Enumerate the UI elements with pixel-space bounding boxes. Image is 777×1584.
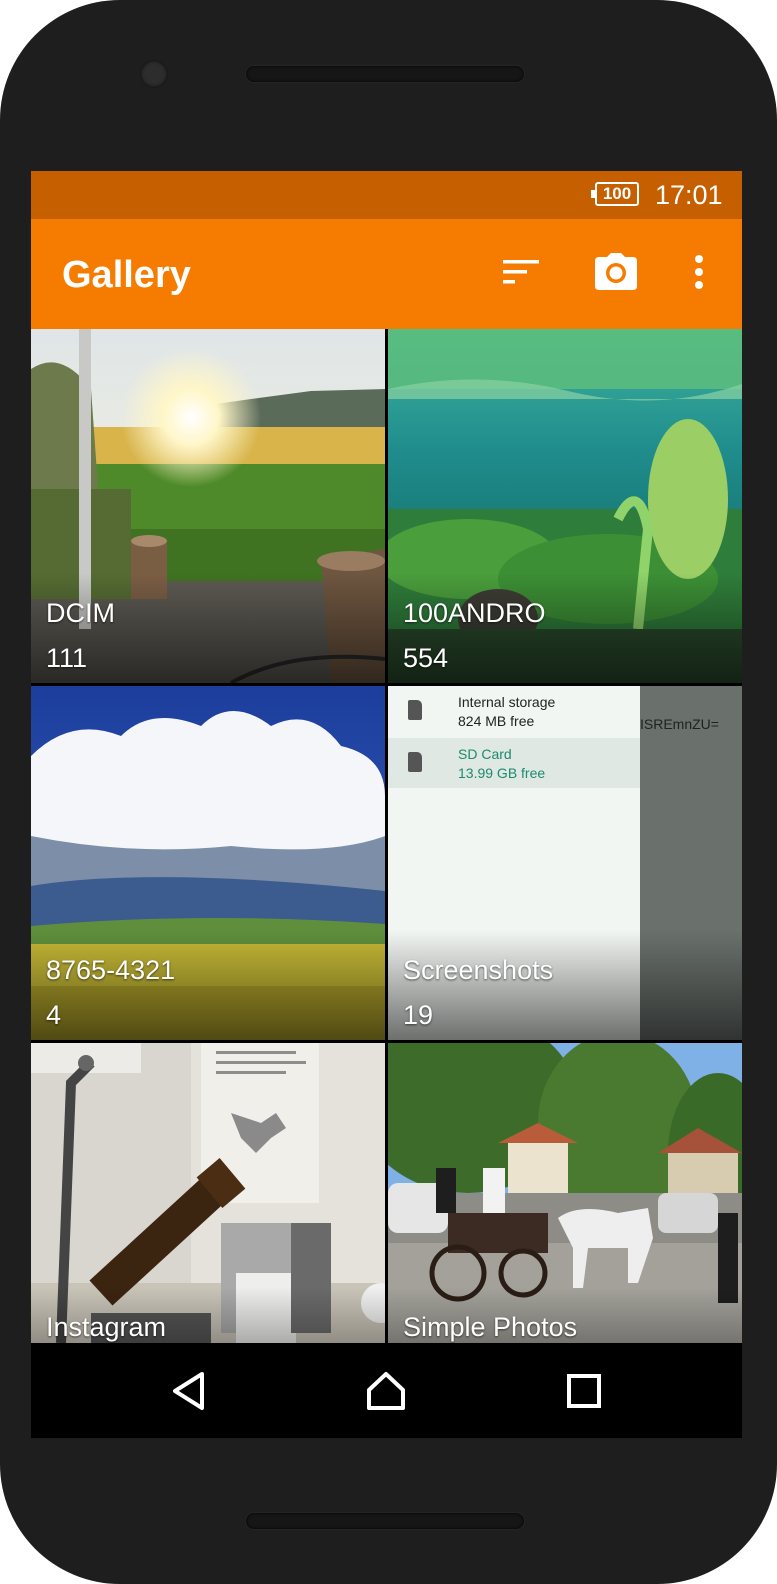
storage-title: Internal storage	[458, 694, 556, 710]
album-count: 4	[46, 1000, 62, 1030]
app-title: Gallery	[62, 254, 191, 296]
screen: 100 17:01 Gallery DCIM 111 100ANDRO 554 …	[31, 171, 742, 1438]
album-tile-dcim[interactable]: DCIM 111	[31, 329, 385, 683]
nav-back-button[interactable]	[161, 1363, 217, 1419]
sort-icon	[503, 260, 539, 284]
sd-card-icon	[408, 700, 422, 720]
album-count: 19	[403, 1000, 434, 1030]
nav-home-button[interactable]	[358, 1363, 414, 1419]
status-time: 17:01	[655, 180, 723, 210]
camera-icon	[595, 253, 637, 290]
storage-title: SD Card	[458, 746, 512, 762]
album-tile-screenshots[interactable]: Internal storage 824 MB free SD Card 13.…	[388, 686, 742, 1040]
sd-card-icon	[408, 752, 422, 772]
status-bar: 100 17:01	[31, 171, 742, 219]
home-icon	[367, 1372, 405, 1410]
more-options-button[interactable]	[671, 244, 727, 300]
album-count: 554	[403, 643, 449, 673]
album-name: DCIM	[46, 598, 115, 628]
earpiece-speaker	[246, 66, 524, 82]
storage-row-sd: SD Card 13.99 GB free	[388, 738, 640, 788]
app-toolbar: Gallery	[31, 219, 742, 329]
album-name: Simple Photos	[403, 1312, 578, 1342]
battery-level: 100	[602, 184, 632, 203]
nav-recents-button[interactable]	[556, 1363, 612, 1419]
album-name: Screenshots	[403, 955, 554, 985]
storage-row-internal: Internal storage 824 MB free	[388, 686, 640, 736]
front-camera	[140, 60, 168, 88]
phone-frame: 100 17:01 Gallery DCIM 111 100ANDRO 554 …	[0, 0, 777, 1584]
album-name: Instagram	[46, 1312, 167, 1342]
battery-indicator: 100	[591, 182, 639, 206]
album-count: 111	[46, 643, 88, 673]
more-vert-icon	[695, 255, 703, 289]
bottom-speaker	[246, 1513, 524, 1529]
album-tile-8765-4321[interactable]: 8765-4321 4	[31, 686, 385, 1040]
recents-icon	[567, 1374, 601, 1408]
screenshot-code-fragment: ISREmnZU=	[640, 716, 719, 732]
back-icon	[173, 1372, 204, 1410]
album-grid: DCIM 111 100ANDRO 554 8765-4321 4 Intern…	[31, 329, 742, 1397]
camera-button[interactable]	[588, 244, 644, 300]
navigation-bar	[31, 1343, 742, 1438]
storage-free: 13.99 GB free	[458, 765, 546, 781]
album-name: 8765-4321	[46, 955, 176, 985]
album-name: 100ANDRO	[403, 598, 546, 628]
sort-button[interactable]	[493, 244, 549, 300]
storage-free: 824 MB free	[458, 713, 535, 729]
album-tile-100andro[interactable]: 100ANDRO 554	[388, 329, 742, 683]
